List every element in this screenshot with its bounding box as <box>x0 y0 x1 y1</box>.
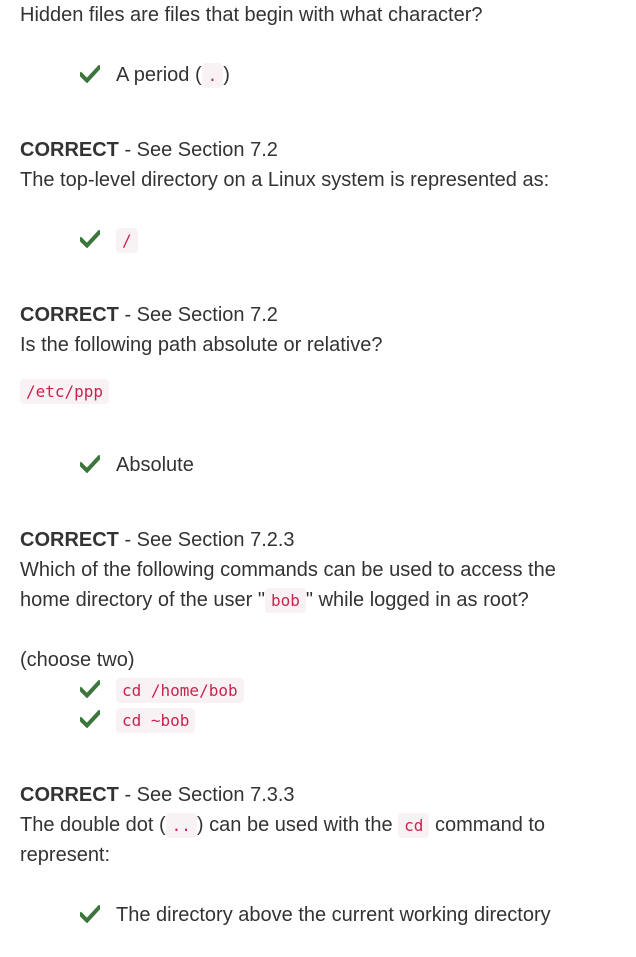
question-2-text: The top-level directory on a Linux syste… <box>20 169 550 191</box>
check-icon <box>80 680 100 698</box>
path-code: /etc/ppp <box>20 379 110 404</box>
user-code: bob <box>265 588 306 613</box>
question-5-text-line-2: represent: <box>20 844 111 866</box>
question-4-result: CORRECT - See Section 7.3.3 <box>20 780 295 810</box>
answer-text-before: A period ( <box>116 64 202 86</box>
check-icon <box>80 905 100 923</box>
result-label: CORRECT <box>20 529 119 551</box>
question-3-code-block: /etc/ppp <box>20 376 110 406</box>
question-5-text-line-1: The double dot (..) can be used with the… <box>20 810 545 840</box>
result-section-ref: - See Section 7.2.3 <box>118 529 295 551</box>
check-icon <box>80 710 100 728</box>
result-label: CORRECT <box>20 784 119 806</box>
check-icon <box>80 65 100 83</box>
answer-code: cd ~bob <box>116 708 196 733</box>
question-4-text-line-1: Which of the following commands can be u… <box>20 559 556 581</box>
result-label: CORRECT <box>20 139 119 161</box>
question-1-result: CORRECT - See Section 7.2 <box>20 135 278 165</box>
question-4-text-line-2: home directory of the user " bob " while l… <box>20 585 529 615</box>
question-4-answer-1: cd /home/bob <box>80 675 244 705</box>
question-3-answer: Absolute <box>80 450 194 480</box>
question-4-note: (choose two) <box>20 649 135 671</box>
result-section-ref: - See Section 7.3.3 <box>118 784 295 806</box>
answer-code: / <box>116 228 138 253</box>
answer-text-after: ) <box>223 64 230 86</box>
result-section-ref: - See Section 7.2 <box>118 304 278 326</box>
cd-code: cd <box>398 813 430 838</box>
answer-code: . <box>201 63 224 88</box>
check-icon <box>80 230 100 248</box>
double-dot-code: .. <box>165 813 197 838</box>
text-after: command to <box>435 814 546 836</box>
question-3-text: Is the following path absolute or relati… <box>20 334 383 356</box>
text-before: home directory of the user " <box>20 589 265 611</box>
text-mid: ) can be used with the <box>196 814 393 836</box>
answer-text: The directory above the current working … <box>116 904 551 926</box>
question-3-result: CORRECT - See Section 7.2.3 <box>20 525 295 555</box>
answer-text: Absolute <box>116 454 194 476</box>
text-after: " while logged in as root? <box>305 589 529 611</box>
question-1-text: Hidden files are files that begin with w… <box>20 4 483 26</box>
question-2-result: CORRECT - See Section 7.2 <box>20 300 278 330</box>
check-icon <box>80 455 100 473</box>
result-label: CORRECT <box>20 304 119 326</box>
answer-code: cd /home/bob <box>116 678 244 703</box>
result-section-ref: - See Section 7.2 <box>118 139 278 161</box>
question-5-answer: The directory above the current working … <box>80 900 551 930</box>
text-before: The double dot ( <box>20 814 166 836</box>
question-1-answer: A period (.) <box>80 60 230 90</box>
question-2-answer: / <box>80 225 138 255</box>
question-4-answer-2: cd ~bob <box>80 705 196 735</box>
